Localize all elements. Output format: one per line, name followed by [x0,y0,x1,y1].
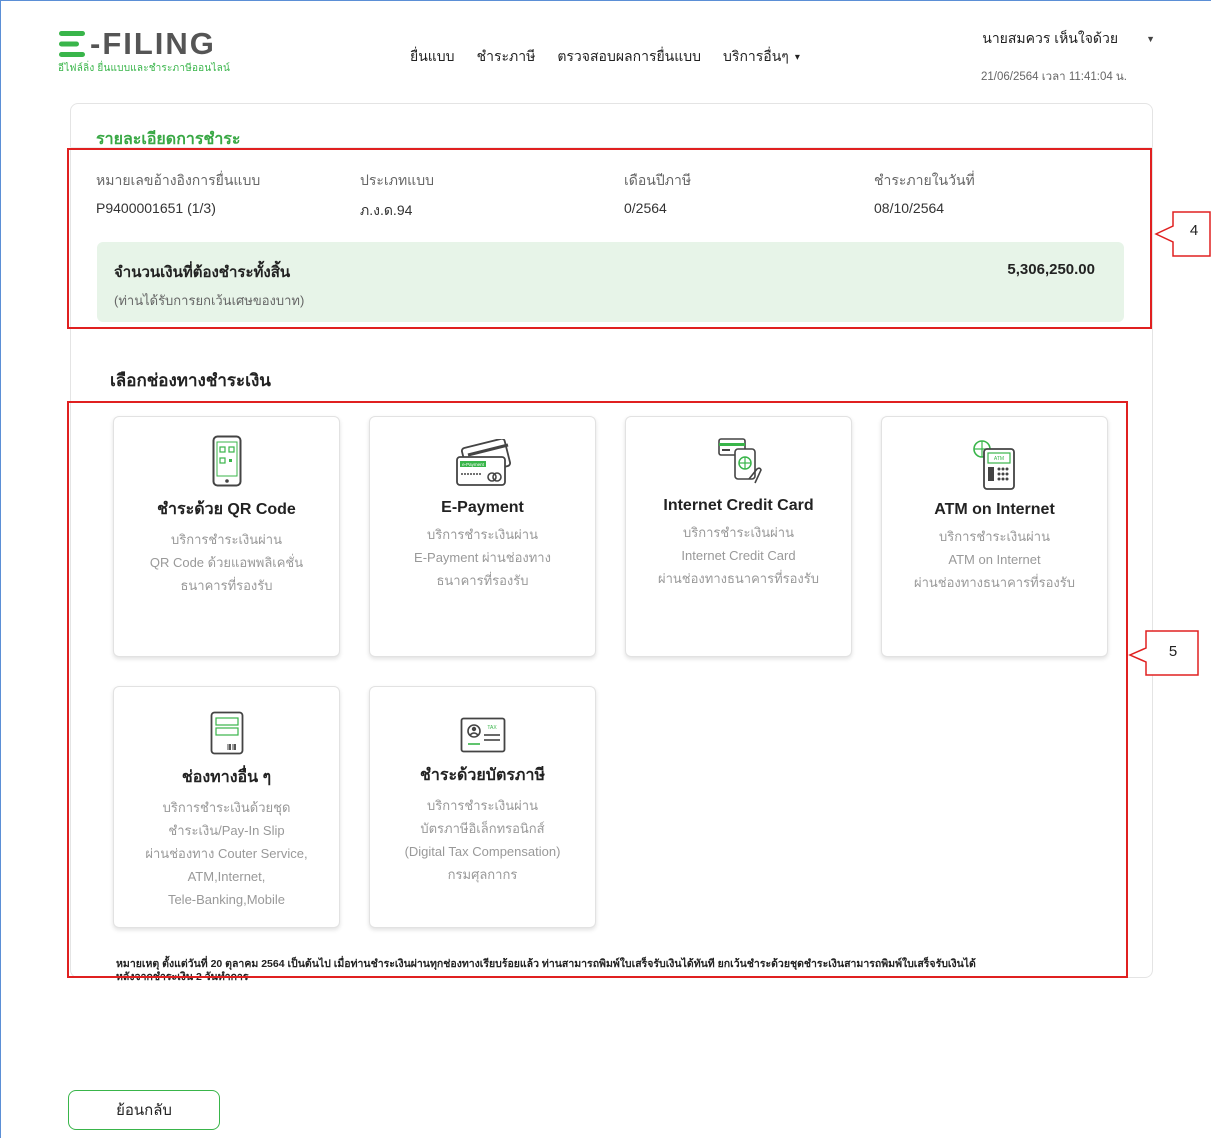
tile-desc: บริการชำระเงินผ่าน ATM on Internet ผ่านช… [913,529,1076,590]
channel-other[interactable]: ช่องทางอื่น ๆ บริการชำระเงินด้วยชุด ชำระ… [113,686,340,928]
tile-title: ชำระด้วย QR Code [157,501,296,518]
channels-title: เลือกช่องทางชำระเงิน [110,371,271,390]
user-dropdown-icon[interactable]: ▼ [1146,34,1155,44]
pay-in-slip-icon [210,711,243,755]
nav-file-return[interactable]: ยื่นแบบ [410,46,455,68]
card-icon-text: e-Payment [462,462,485,467]
tile-title: ATM on Internet [934,501,1055,518]
divider [70,147,1153,148]
channel-e-payment[interactable]: e-Payment E-Payment บริการชำระเงินผ่าน E… [369,416,596,657]
tile-title: E-Payment [441,499,524,516]
qr-phone-icon [212,435,241,487]
nav-pay-tax[interactable]: ชำระภาษี [477,46,536,68]
back-button[interactable]: ย้อนกลับ [68,1090,220,1130]
user-menu[interactable]: นายสมควร เห็นใจด้วย ▼ 21/06/2564 เวลา 11… [981,28,1155,86]
tax-icon-text: TAX [487,725,497,731]
tile-desc: บริการชำระเงินผ่าน QR Code ด้วยแอพพลิเคช… [149,532,304,593]
payment-note: หมายเหตุ ตั้งแต่วันที่ 20 ตุลาคม 2564 เป… [116,958,976,983]
header: -FILING อีไฟล์ลิ่ง ยื่นแบบและชำระภาษีออน… [0,0,1211,90]
channel-internet-credit-card[interactable]: Internet Credit Card บริการชำระเงินผ่าน … [625,416,852,657]
top-nav: ยื่นแบบ ชำระภาษี ตรวจสอบผลการยื่นแบบ บริ… [410,46,822,68]
channel-tax-card[interactable]: TAX ชำระด้วยบัตรภาษี บริการชำระเงินผ่าน … [369,686,596,928]
tile-title: Internet Credit Card [663,497,814,514]
total-label: จำนวนเงินที่ต้องชำระทั้งสิ้น [114,264,291,281]
tax-card-icon: TAX [460,717,505,753]
nav-other-services[interactable]: บริการอื่นๆ ▾ [723,46,800,68]
atm-globe-icon: ATM [972,440,1015,490]
atm-icon-text: ATM [993,456,1003,462]
current-datetime: 21/06/2564 เวลา 11:41:04 น. [980,71,1127,83]
logo-e-icon [59,31,85,57]
tile-desc: บริการชำระเงินผ่าน E-Payment ผ่านช่องทาง… [414,527,551,588]
card-icon: e-Payment [455,439,511,486]
payment-details-title: รายละเอียดการชำระ [96,131,241,148]
total-amount-box: จำนวนเงินที่ต้องชำระทั้งสิ้น (ท่านได้รับ… [97,242,1124,322]
credit-card-hand-icon [717,438,762,484]
detail-form-type: ประเภทแบบ ภ.ง.ด.94 [360,172,434,218]
tile-title: ช่องทางอื่น ๆ [181,769,272,786]
channel-atm-on-internet[interactable]: ATM ATM on Internet บริการชำระเงินผ่าน A… [881,416,1108,657]
tile-desc: บริการชำระเงินผ่าน Internet Credit Card … [657,525,820,586]
nav-check-result[interactable]: ตรวจสอบผลการยื่นแบบ [557,46,701,68]
user-name: นายสมควร เห็นใจด้วย [982,30,1119,46]
logo-subtitle: อีไฟล์ลิ่ง ยื่นแบบและชำระภาษีออนไลน์ [58,63,230,74]
chevron-down-icon: ▾ [794,51,800,63]
tile-desc: บริการชำระเงินผ่าน บัตรภาษีอิเล็กทรอนิกส… [404,798,561,882]
tile-desc: บริการชำระเงินด้วยชุด ชำระเงิน/Pay-In Sl… [145,800,308,907]
logo-mark: -FILING [58,28,230,60]
callout-5: 5 [1168,643,1178,660]
tile-title: ชำระด้วยบัตรภาษี [420,767,545,784]
payment-details: หมายเลขอ้างอิงการยื่นแบบ P9400001651 (1/… [96,170,1126,230]
detail-reference: หมายเลขอ้างอิงการยื่นแบบ P9400001651 (1/… [96,172,261,216]
callout-4: 4 [1189,222,1199,239]
logo[interactable]: -FILING อีไฟล์ลิ่ง ยื่นแบบและชำระภาษีออน… [58,28,230,76]
detail-due-date: ชำระภายในวันที่ 08/10/2564 [874,172,975,216]
logo-text: -FILING [90,26,216,61]
channel-qr-code[interactable]: ชำระด้วย QR Code บริการชำระเงินผ่าน QR C… [113,416,340,657]
detail-tax-period: เดือนปีภาษี 0/2564 [624,172,692,216]
total-value: 5,306,250.00 [1007,261,1095,278]
total-note: (ท่านได้รับการยกเว้นเศษของบาท) [114,293,305,308]
